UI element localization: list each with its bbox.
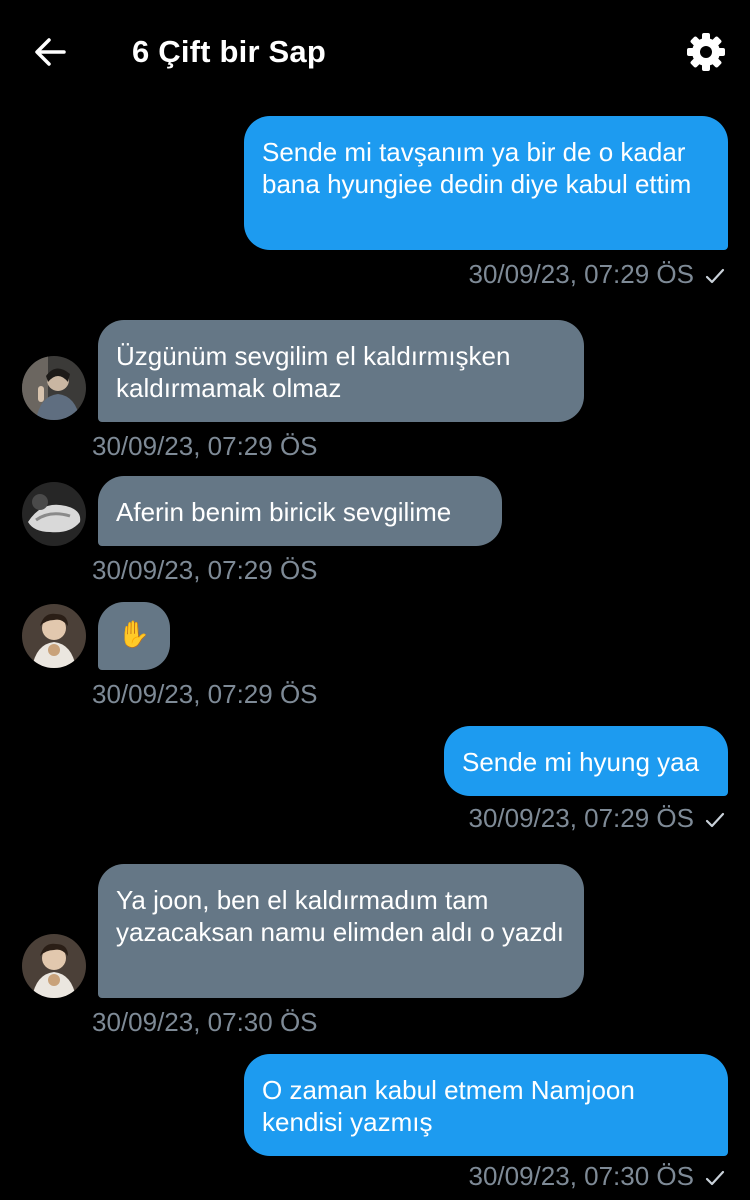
user-photo-icon (22, 356, 86, 420)
message-timestamp: 30/09/23, 07:29 ÖS (92, 555, 318, 585)
message-bubble-sent[interactable]: Sende mi hyung yaa (444, 726, 728, 796)
message-timestamp: 30/09/23, 07:29 ÖS (92, 679, 318, 709)
chat-header: 6 Çift bir Sap (0, 0, 750, 104)
message-timestamp: 30/09/23, 07:29 ÖS (468, 258, 726, 290)
message-bubble-received[interactable]: ✋ (98, 602, 170, 670)
back-button[interactable] (30, 32, 70, 72)
message-bubble-sent[interactable]: O zaman kabul etmem Namjoon kendisi yazm… (244, 1054, 728, 1156)
message-timestamp: 30/09/23, 07:29 ÖS (92, 431, 318, 461)
timestamp-text: 30/09/23, 07:29 ÖS (468, 803, 694, 833)
gear-icon (687, 33, 725, 71)
message-timestamp: 30/09/23, 07:29 ÖS (468, 802, 726, 834)
user-photo-icon (22, 604, 86, 668)
message-bubble-received[interactable]: Aferin benim biricik sevgilime (98, 476, 502, 546)
message-bubble-sent[interactable]: Sende mi tavşanım ya bir de o kadar bana… (244, 116, 728, 250)
arrow-left-icon (35, 38, 66, 66)
checkmark-icon (705, 813, 725, 828)
message-bubble-received[interactable]: Ya joon, ben el kaldırmadım tam yazacaks… (98, 864, 584, 998)
message-timestamp: 30/09/23, 07:30 ÖS (92, 1007, 318, 1037)
timestamp-text: 30/09/23, 07:30 ÖS (468, 1161, 694, 1191)
settings-button[interactable] (684, 30, 728, 74)
avatar[interactable] (22, 934, 86, 998)
message-timestamp: 30/09/23, 07:30 ÖS (468, 1160, 726, 1192)
checkmark-icon (705, 269, 725, 284)
conversation-title: 6 Çift bir Sap (132, 34, 326, 69)
checkmark-icon (705, 1171, 725, 1186)
user-photo-icon (22, 934, 86, 998)
avatar[interactable] (22, 604, 86, 668)
avatar[interactable] (22, 482, 86, 546)
message-bubble-received[interactable]: Üzgünüm sevgilim el kaldırmışken kaldırm… (98, 320, 584, 422)
avatar[interactable] (22, 356, 86, 420)
timestamp-text: 30/09/23, 07:29 ÖS (468, 259, 694, 289)
user-photo-icon (22, 482, 86, 546)
